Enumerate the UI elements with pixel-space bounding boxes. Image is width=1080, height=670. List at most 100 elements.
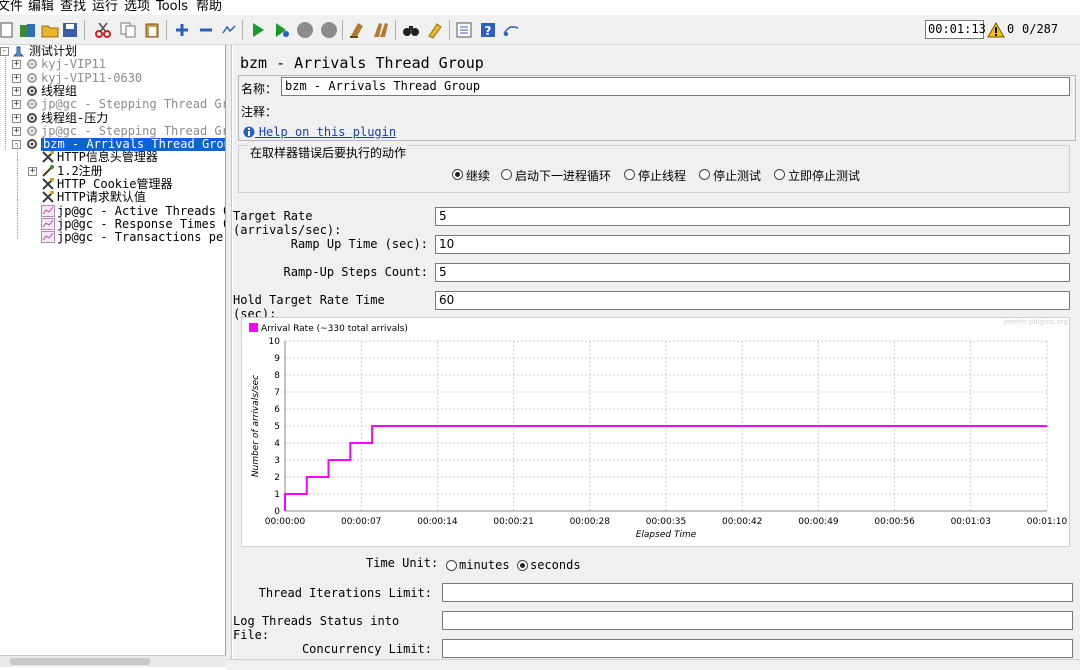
tree-item-label: HTTP信息头管理器	[57, 150, 158, 164]
y-tick-label: 3	[274, 456, 280, 466]
error-action-radio-0[interactable]	[452, 169, 463, 180]
remove-icon[interactable]	[197, 21, 215, 39]
graph-listener-icon	[41, 205, 55, 217]
x-tick-label: 00:00:07	[341, 517, 381, 527]
time-unit-minutes-label: minutes	[459, 558, 510, 572]
arrival-rate-chart: jmeter-plugins.org Arrival Rate (~330 tot…	[241, 317, 1070, 547]
x-tick-label: 00:00:56	[874, 517, 915, 527]
concurrency-limit-field[interactable]	[442, 639, 1073, 658]
graph-listener-icon	[41, 231, 55, 243]
toggle-icon[interactable]	[220, 21, 238, 39]
tree-guide-line	[17, 185, 18, 200]
y-tick-label: 9	[274, 354, 280, 364]
name-label: 名称：	[241, 82, 278, 96]
open-icon[interactable]	[41, 21, 59, 39]
expand-icon[interactable]: +	[12, 74, 21, 83]
error-action-label-2: 停止线程	[638, 169, 687, 183]
x-tick-label: 00:00:00	[265, 517, 306, 527]
tree-root-guide-line	[5, 57, 6, 150]
config-element-icon	[41, 151, 55, 163]
menu-help[interactable]: 帮助	[196, 0, 222, 14]
scrollbar-thumb[interactable]	[10, 658, 150, 665]
warning-icon[interactable]	[987, 21, 1005, 39]
error-action-label-3: 停止测试	[713, 169, 762, 183]
thread-group-icon	[25, 72, 39, 84]
chart-canvas: jmeter-plugins.org Arrival Rate (~330 tot…	[249, 318, 1068, 540]
test-plan-tree: - 测试计划 + kyj-VIP11 + kyj-VIP11-0630 + 线程组 + jp@…	[0, 45, 226, 659]
thread-iterations-limit-field[interactable]	[442, 583, 1073, 602]
help-icon[interactable]: ?	[479, 21, 497, 39]
bottom-edge	[226, 659, 1080, 670]
tree-item-label: jp@gc - Stepping Thread Group	[41, 97, 225, 111]
menu-edit[interactable]: 编辑	[28, 0, 54, 14]
hold-target-rate-time-field[interactable]: 60	[435, 291, 1070, 310]
x-tick-label: 00:00:28	[570, 517, 611, 527]
x-tick-label: 00:00:35	[646, 517, 686, 527]
tree-item-label: kyj-VIP11	[41, 57, 107, 71]
help-link-text: Help on this plugin	[258, 125, 397, 139]
time-unit-minutes-radio[interactable]	[446, 560, 457, 571]
help-link[interactable]: Help on this plugin	[243, 125, 396, 139]
name-field[interactable]: bzm - Arrivals Thread Group	[281, 77, 1070, 96]
save-icon[interactable]	[61, 21, 79, 39]
error-count: 0	[1007, 22, 1015, 36]
menu-tools[interactable]: Tools	[156, 0, 188, 14]
start-no-pause-icon[interactable]	[273, 21, 291, 39]
thread-group-icon	[25, 58, 39, 70]
ramp-up-time-field[interactable]: 10	[435, 235, 1070, 254]
expand-icon[interactable]: +	[12, 60, 21, 69]
target-rate-field[interactable]: 5	[435, 207, 1070, 226]
expand-icon[interactable]: +	[12, 87, 21, 96]
transaction-controller-icon	[41, 165, 55, 177]
ramp-up-steps-field[interactable]: 5	[435, 263, 1070, 282]
menu-file[interactable]: 文件	[0, 0, 23, 14]
y-tick-label: 1	[274, 490, 280, 500]
ramp-up-time-label: Ramp Up Time (sec):	[290, 237, 428, 251]
toolbar: ? 00:01:13 0 0/287	[0, 15, 1080, 45]
error-action-radio-4[interactable]	[774, 169, 785, 180]
tree-item-label: jp@gc - Transactions per Second	[57, 230, 225, 244]
x-tick-label: 00:01:10	[1027, 517, 1068, 527]
config-element-icon	[41, 191, 55, 203]
new-icon[interactable]	[0, 21, 16, 39]
menu-options[interactable]: 选项	[124, 0, 150, 14]
split-pane-divider[interactable]	[226, 45, 232, 659]
clear-icon[interactable]	[348, 21, 366, 39]
error-action-radio-2[interactable]	[624, 169, 635, 180]
cut-icon[interactable]	[94, 21, 112, 39]
x-tick-label: 00:00:14	[417, 517, 458, 527]
error-action-label-1: 启动下一进程循环	[515, 169, 612, 183]
function-helper-icon[interactable]	[455, 21, 473, 39]
remote-icon[interactable]	[502, 21, 520, 39]
error-action-radio-1[interactable]	[501, 169, 512, 180]
start-icon[interactable]	[249, 21, 267, 39]
expand-icon[interactable]: +	[12, 100, 21, 109]
search-icon[interactable]	[402, 21, 420, 39]
config-element-icon	[41, 178, 55, 190]
paste-icon[interactable]	[143, 21, 161, 39]
add-icon[interactable]	[173, 21, 191, 39]
error-action-radio-3[interactable]	[699, 169, 710, 180]
clear-all-icon[interactable]	[372, 21, 390, 39]
expand-icon[interactable]: +	[28, 167, 37, 176]
error-action-label-4: 立即停止测试	[788, 169, 861, 183]
copy-icon[interactable]	[119, 21, 137, 39]
tree-horizontal-scrollbar[interactable]	[0, 655, 226, 667]
comment-field[interactable]	[281, 100, 1070, 119]
stop-icon[interactable]	[296, 21, 314, 39]
time-unit-seconds-radio[interactable]	[517, 560, 528, 571]
y-tick-label: 0	[274, 507, 280, 517]
tree-item-label: HTTP请求默认值	[57, 190, 146, 204]
menu-run[interactable]: 运行	[92, 0, 118, 14]
reset-search-icon[interactable]	[426, 21, 444, 39]
expand-icon[interactable]: +	[12, 114, 21, 123]
y-tick-label: 2	[274, 473, 280, 483]
legend-swatch	[249, 323, 258, 332]
expand-icon[interactable]: +	[12, 127, 21, 136]
y-tick-label: 10	[269, 337, 281, 347]
menu-find[interactable]: 查找	[60, 0, 86, 14]
shutdown-icon[interactable]	[320, 21, 338, 39]
templates-icon[interactable]	[19, 21, 37, 39]
collapse-icon[interactable]: -	[0, 47, 9, 56]
log-threads-status-field[interactable]	[442, 611, 1073, 630]
